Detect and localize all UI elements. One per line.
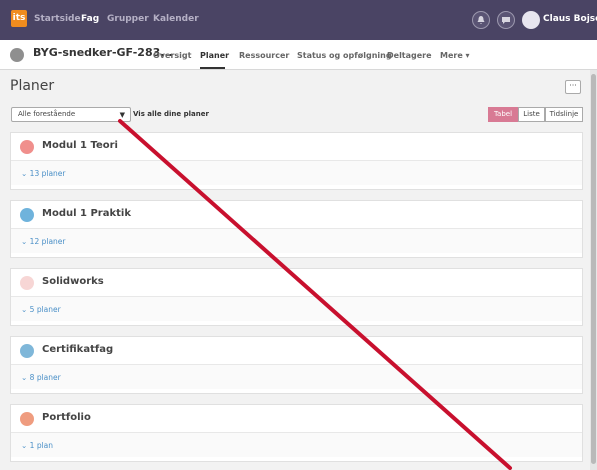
course-header-bar: BYG-snedker-GF-283... Oversigt Planer Re… — [0, 40, 597, 70]
plan-group-card: Certifikatfag ⌄ 8 planer — [10, 336, 583, 394]
top-navigation-bar: its Startside Fag Grupper Kalender Claus… — [0, 0, 597, 40]
plan-count-toggle[interactable]: ⌄ 5 planer — [21, 305, 61, 314]
notifications-bell-icon[interactable] — [472, 11, 490, 29]
plan-group-card: Solidworks ⌄ 5 planer — [10, 268, 583, 326]
plan-group-card: Modul 1 Teori ⌄ 13 planer — [10, 132, 583, 190]
plan-count: 12 planer — [29, 237, 66, 246]
plan-group-title: Modul 1 Praktik — [42, 208, 131, 219]
messages-chat-icon[interactable] — [497, 11, 515, 29]
plan-count: 13 planer — [29, 169, 66, 178]
plan-group-title: Certifikatfag — [42, 344, 114, 355]
tab-status-og-opfoelgning[interactable]: Status og opfølgning — [297, 51, 392, 60]
tab-planer[interactable]: Planer — [200, 51, 229, 60]
plan-group-title: Modul 1 Teori — [42, 140, 118, 151]
nav-kalender[interactable]: Kalender — [153, 14, 199, 24]
course-icon — [10, 48, 24, 62]
plan-group-footer[interactable]: ⌄ 12 planer — [11, 228, 582, 253]
vertical-scrollbar[interactable] — [590, 70, 597, 470]
plan-count: 1 plan — [29, 441, 54, 450]
user-name[interactable]: Claus Bojsen — [543, 14, 597, 24]
nav-startside[interactable]: Startside — [34, 14, 81, 24]
group-color-dot — [20, 344, 34, 358]
plan-group-card: Modul 1 Praktik ⌄ 12 planer — [10, 200, 583, 258]
plan-count-toggle[interactable]: ⌄ 13 planer — [21, 169, 66, 178]
plan-count: 5 planer — [29, 305, 61, 314]
view-tabel-button[interactable]: Tabel — [488, 107, 518, 122]
group-color-dot — [20, 208, 34, 222]
course-title[interactable]: BYG-snedker-GF-283... — [33, 46, 173, 59]
nav-fag[interactable]: Fag — [81, 14, 99, 24]
tab-mere-dropdown[interactable]: Mere ▾ — [440, 51, 470, 60]
scrollbar-thumb[interactable] — [591, 74, 596, 464]
plan-group-footer[interactable]: ⌄ 13 planer — [11, 160, 582, 185]
user-avatar[interactable] — [522, 11, 540, 29]
more-options-button[interactable]: ··· — [565, 80, 581, 94]
group-color-dot — [20, 276, 34, 290]
page-title: Planer — [10, 78, 55, 94]
tab-ressourcer[interactable]: Ressourcer — [239, 51, 289, 60]
nav-grupper[interactable]: Grupper — [107, 14, 149, 24]
its-logo[interactable]: its — [11, 10, 27, 27]
plan-filter-value: Alle forestående — [18, 110, 76, 118]
active-tab-indicator — [200, 67, 225, 69]
group-color-dot — [20, 412, 34, 426]
plan-count-toggle[interactable]: ⌄ 12 planer — [21, 237, 66, 246]
tab-deltagere[interactable]: Deltagere — [387, 51, 432, 60]
plan-group-footer[interactable]: ⌄ 8 planer — [11, 364, 582, 389]
view-liste-button[interactable]: Liste — [518, 107, 545, 122]
plan-group-card: Portfolio ⌄ 1 plan — [10, 404, 583, 462]
tab-oversigt[interactable]: Oversigt — [153, 51, 191, 60]
plan-filter-select[interactable]: Alle forestående ▼ — [11, 107, 131, 122]
plan-count-toggle[interactable]: ⌄ 1 plan — [21, 441, 53, 450]
plan-group-title: Portfolio — [42, 412, 91, 423]
caret-down-icon: ▼ — [119, 111, 125, 119]
plan-group-footer[interactable]: ⌄ 1 plan — [11, 432, 582, 457]
plan-count: 8 planer — [29, 373, 61, 382]
plan-count-toggle[interactable]: ⌄ 8 planer — [21, 373, 61, 382]
plan-group-title: Solidworks — [42, 276, 104, 287]
show-all-plans-link[interactable]: Vis alle dine planer — [133, 110, 209, 118]
group-color-dot — [20, 140, 34, 154]
view-tidslinje-button[interactable]: Tidslinje — [545, 107, 583, 122]
plan-group-footer[interactable]: ⌄ 5 planer — [11, 296, 582, 321]
